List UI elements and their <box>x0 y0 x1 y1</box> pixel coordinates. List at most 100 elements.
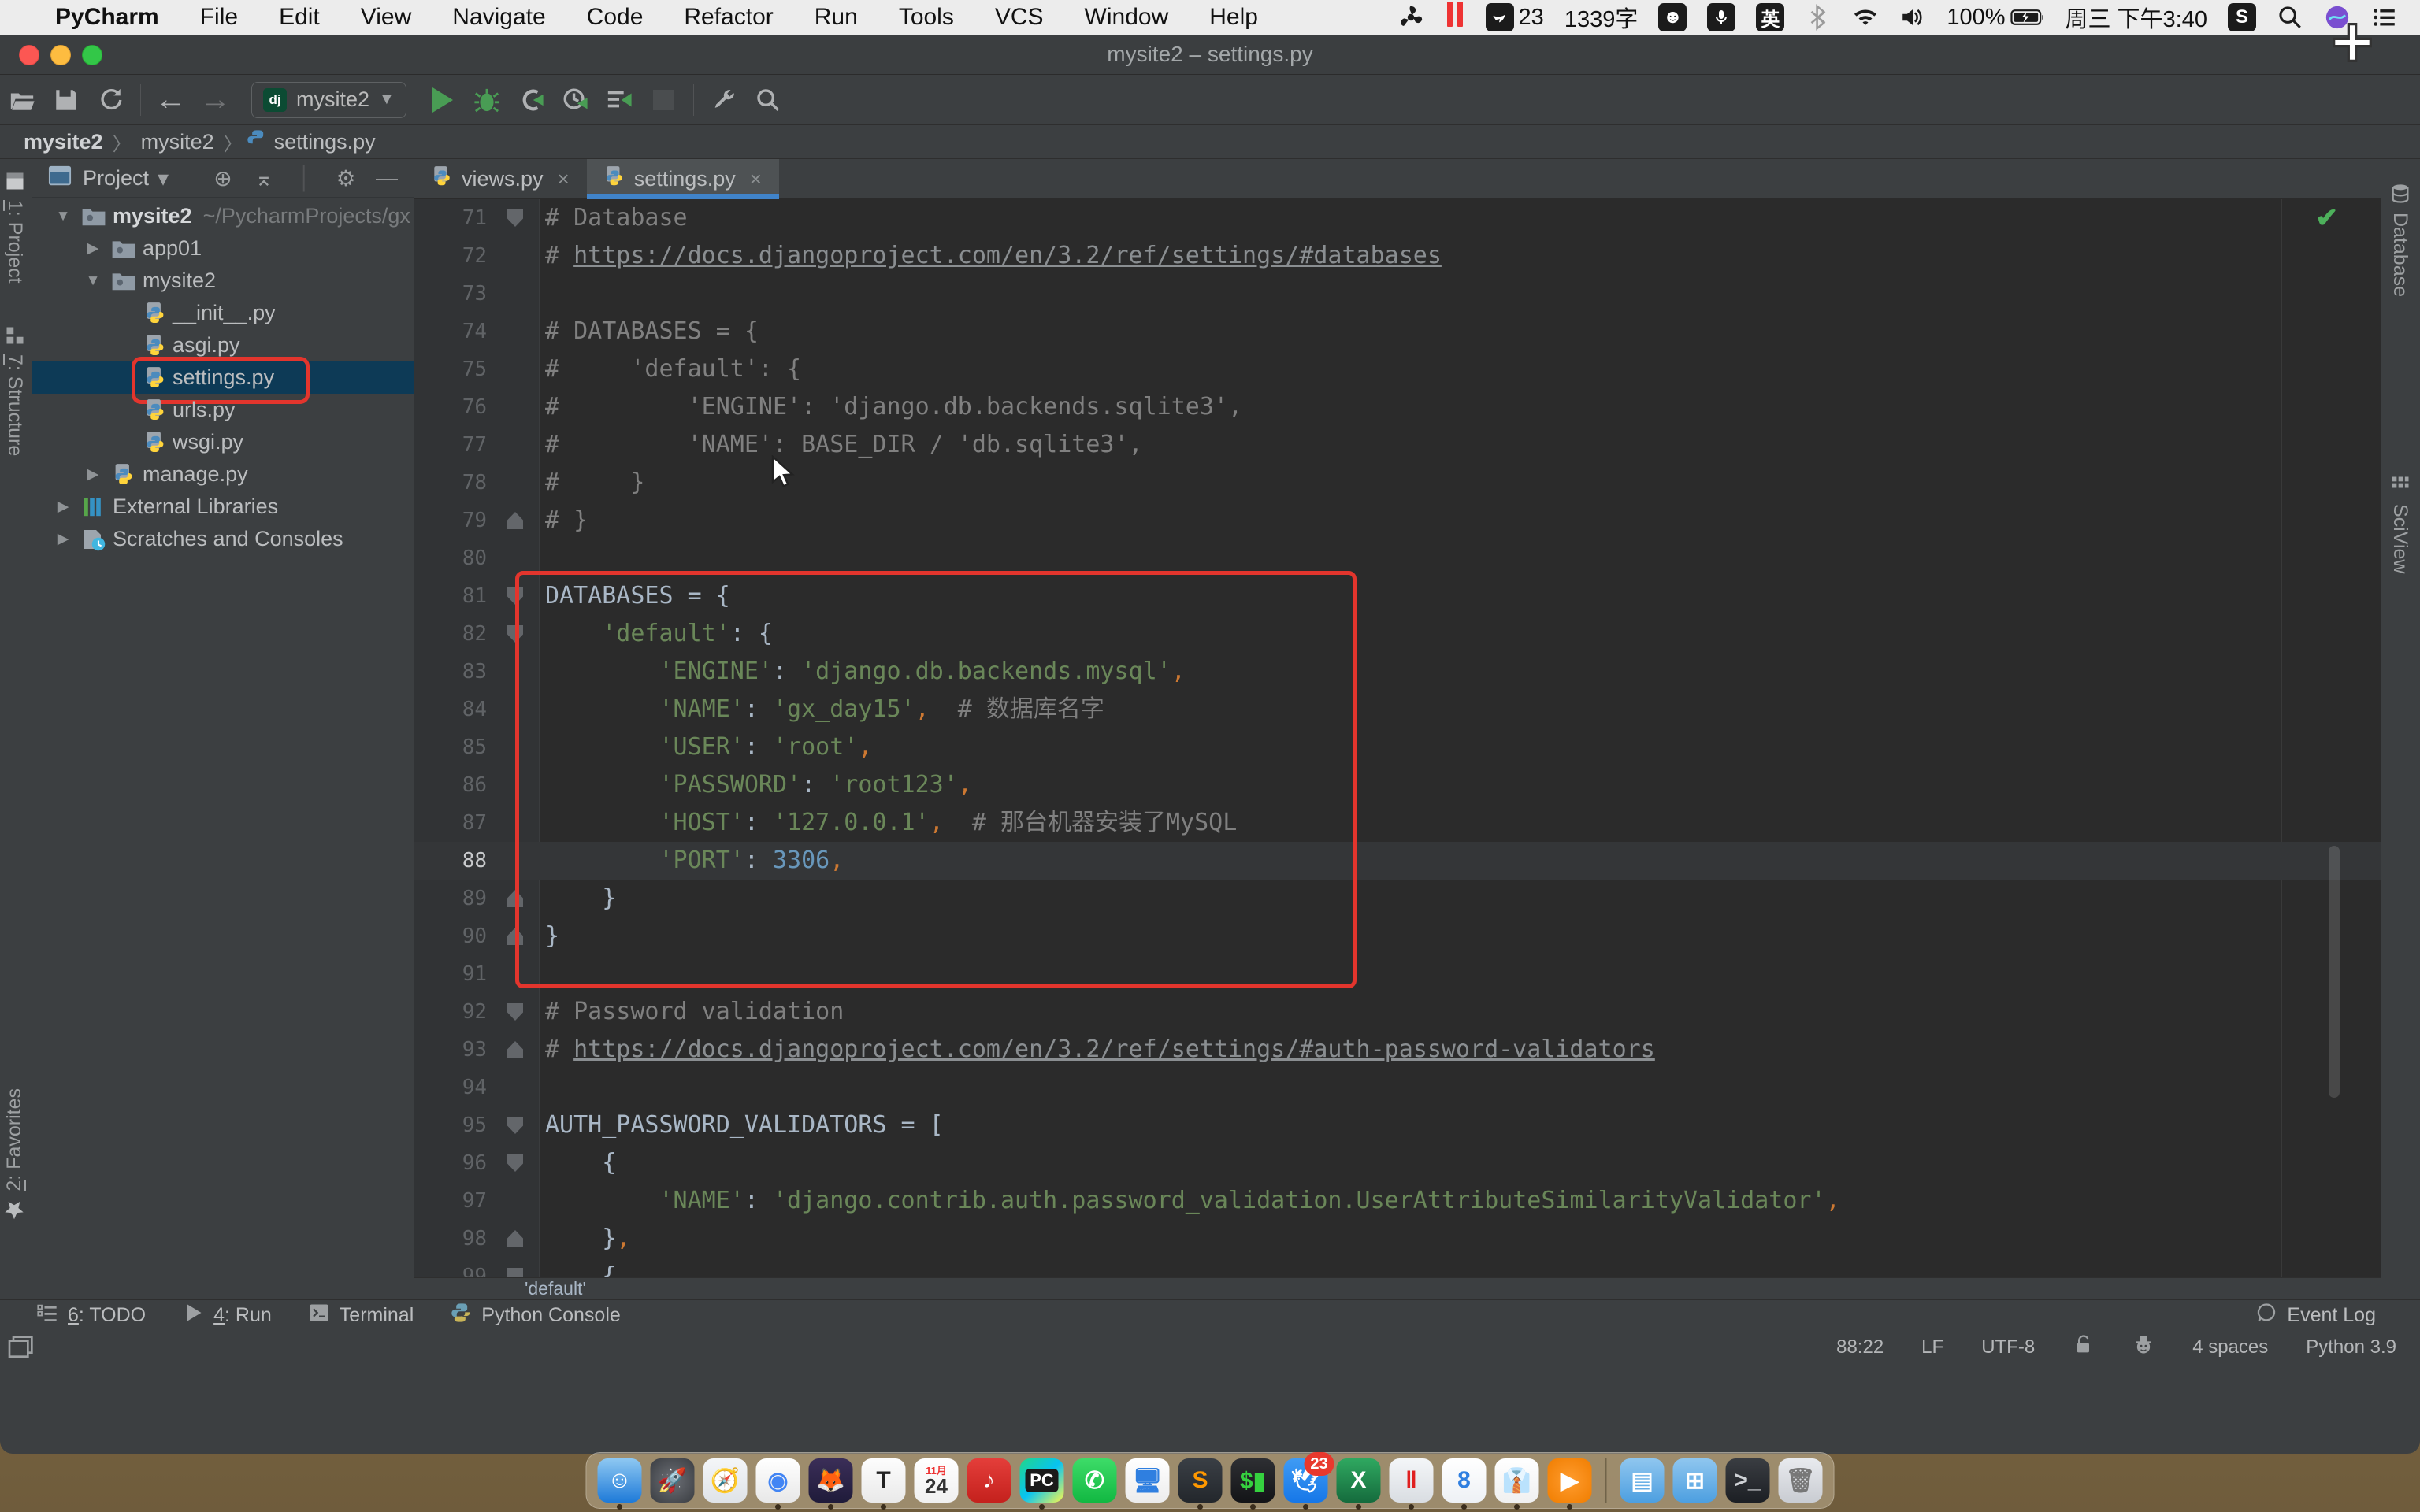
menu-help[interactable]: Help <box>1189 4 1279 30</box>
editor-scrollbar[interactable] <box>2329 846 2340 1098</box>
tree-item-mysite2[interactable]: ▼mysite2 <box>32 265 414 297</box>
inspections-ok-icon[interactable]: ✔ <box>2316 202 2339 234</box>
sogou-icon[interactable]: S <box>2228 3 2256 32</box>
tree-item-mysite2[interactable]: ▼mysite2~/PycharmProjects/gx <box>32 200 414 232</box>
expand-arrow-icon[interactable]: ▶ <box>51 530 75 548</box>
notification-list-icon[interactable] <box>2371 4 2398 31</box>
code-line-99[interactable]: 99 { <box>414 1258 2381 1278</box>
code-line-98[interactable]: 98 }, <box>414 1220 2381 1258</box>
dock-folder-windows[interactable]: ⊞ <box>1673 1458 1717 1503</box>
locate-file-icon[interactable]: ⊕ <box>202 165 243 191</box>
toolwindow-button-terminal[interactable]: Terminal <box>308 1302 414 1329</box>
wifi-icon[interactable] <box>1852 4 1879 31</box>
tree-item-scratches-and-consoles[interactable]: ▶Scratches and Consoles <box>32 523 414 555</box>
search-everywhere-icon[interactable] <box>746 83 790 117</box>
code-line-97[interactable]: 97 'NAME': 'django.contrib.auth.password… <box>414 1182 2381 1220</box>
code-viewport[interactable]: 71# Database72# https://docs.djangoproje… <box>414 199 2381 1278</box>
menu-clock[interactable]: 周三 下午3:40 <box>2066 1 2208 34</box>
dock-safari[interactable]: 🧭 <box>703 1458 748 1503</box>
dock-iterm[interactable]: >_ <box>1726 1458 1770 1503</box>
stop-button[interactable] <box>641 83 685 117</box>
tree-item-app01[interactable]: ▶app01 <box>32 232 414 265</box>
fold-marker-icon[interactable] <box>507 1230 523 1247</box>
dock-terminal[interactable]: $▮ <box>1231 1458 1275 1503</box>
tree-item-urls-py[interactable]: urls.py <box>32 394 414 426</box>
run-configuration-select[interactable]: dj mysite2 ▼ <box>251 82 406 118</box>
tab-settings-py[interactable]: settings.py × <box>587 159 779 198</box>
tool-windows-toggle-icon[interactable] <box>8 1336 35 1359</box>
line-separator[interactable]: LF <box>1921 1336 1943 1358</box>
emoji-input-icon[interactable]: ☻ <box>1658 3 1687 32</box>
menu-refactor[interactable]: Refactor <box>663 4 793 30</box>
recording-paused-icon[interactable] <box>1445 2 1465 33</box>
tool-stripe----project[interactable]: 1: Project <box>3 170 26 284</box>
word-count[interactable]: 1339字 <box>1564 1 1639 34</box>
gear-icon[interactable]: ⚙ <box>325 165 366 191</box>
dock-sunflower[interactable]: 8 <box>1442 1458 1487 1503</box>
code-line-76[interactable]: 76# 'ENGINE': 'django.db.backends.sqlite… <box>414 388 2381 426</box>
expand-arrow-icon[interactable]: ▶ <box>51 498 75 516</box>
menu-run[interactable]: Run <box>794 4 878 30</box>
dock-wechat[interactable]: ✆ <box>1073 1458 1117 1503</box>
toolwindow-button-6--todo[interactable]: 6: TODO <box>36 1302 146 1329</box>
code-line-73[interactable]: 73 <box>414 275 2381 313</box>
tool-stripe-sciview[interactable]: SciView <box>2388 474 2411 573</box>
code-line-94[interactable]: 94 <box>414 1069 2381 1106</box>
code-line-72[interactable]: 72# https://docs.djangoproject.com/en/3.… <box>414 237 2381 275</box>
run-multi-button[interactable] <box>597 83 641 117</box>
caret-position[interactable]: 88:22 <box>1836 1336 1884 1358</box>
volume-icon[interactable] <box>1899 4 1926 31</box>
menu-view[interactable]: View <box>340 4 432 30</box>
collapse-arrow-icon[interactable]: ▼ <box>51 208 75 225</box>
collapse-all-icon[interactable]: ⌅ <box>243 165 284 191</box>
expand-arrow-icon[interactable]: ▶ <box>81 465 105 484</box>
debug-button[interactable] <box>465 83 509 117</box>
fold-marker-icon[interactable] <box>507 1041 523 1058</box>
indent-setting[interactable]: 4 spaces <box>2192 1336 2268 1358</box>
menu-edit[interactable]: Edit <box>258 4 340 30</box>
spotlight-icon[interactable] <box>2277 4 2303 31</box>
hector-icon[interactable] <box>2132 1334 2155 1362</box>
bluetooth-icon[interactable] <box>1805 4 1832 31</box>
dock-typora[interactable]: T <box>862 1458 906 1503</box>
tool-stripe-database[interactable]: Database <box>2388 183 2411 297</box>
profiler-button[interactable] <box>553 83 597 117</box>
breadcrumb-item[interactable]: mysite2 <box>135 130 221 154</box>
close-icon[interactable]: × <box>558 167 570 191</box>
menu-vcs[interactable]: VCS <box>974 4 1064 30</box>
editor-breadcrumb-bar[interactable]: 'default' <box>414 1277 2381 1299</box>
code-line-77[interactable]: 77# 'NAME': BASE_DIR / 'db.sqlite3', <box>414 426 2381 464</box>
tree-item-manage-py[interactable]: ▶manage.py <box>32 458 414 491</box>
python-interpreter[interactable]: Python 3.9 <box>2306 1336 2396 1358</box>
back-icon[interactable]: ← <box>149 83 193 117</box>
menu-pycharm[interactable]: PyCharm <box>32 4 180 30</box>
battery-percentage[interactable]: 100% <box>1947 5 2044 31</box>
dock-folder-documents[interactable]: ▤ <box>1620 1458 1665 1503</box>
toolwindow-button-4--run[interactable]: 4: Run <box>182 1302 272 1329</box>
open-icon[interactable] <box>0 83 44 117</box>
dock-launchpad[interactable]: 🚀 <box>651 1458 695 1503</box>
tree-item-external-libraries[interactable]: ▶External Libraries <box>32 491 414 523</box>
dock-firefox[interactable]: 🦊 <box>809 1458 853 1503</box>
dock-trash[interactable]: 🗑 <box>1779 1458 1823 1503</box>
dock-keynote[interactable]: 🖥 <box>1126 1458 1170 1503</box>
expand-arrow-icon[interactable]: ▶ <box>81 239 105 258</box>
dock-chrome[interactable]: ◉ <box>756 1458 800 1503</box>
tool-stripe----favorites[interactable]: 2: Favorites <box>3 1088 26 1221</box>
dingtalk-menu-icon[interactable]: 23 <box>1486 3 1544 32</box>
menu-window[interactable]: Window <box>1064 4 1190 30</box>
code-line-75[interactable]: 75# 'default': { <box>414 350 2381 388</box>
menu-file[interactable]: File <box>180 4 258 30</box>
save-icon[interactable] <box>44 83 88 117</box>
dock-excel[interactable]: X <box>1337 1458 1381 1503</box>
editor-area[interactable]: views.py × settings.py × 71# Database72#… <box>414 159 2381 1299</box>
project-panel-title[interactable]: Project <box>83 166 149 191</box>
collapse-arrow-icon[interactable]: ▼ <box>81 272 105 290</box>
tree-item-settings-py[interactable]: settings.py <box>32 361 414 394</box>
code-line-95[interactable]: 95AUTH_PASSWORD_VALIDATORS = [ <box>414 1106 2381 1144</box>
breadcrumb-item[interactable]: mysite2 <box>17 130 109 154</box>
menu-tools[interactable]: Tools <box>878 4 974 30</box>
tree-item-wsgi-py[interactable]: wsgi.py <box>32 426 414 458</box>
dock-netease-music[interactable]: ♪ <box>967 1458 1011 1503</box>
code-line-78[interactable]: 78# } <box>414 464 2381 502</box>
